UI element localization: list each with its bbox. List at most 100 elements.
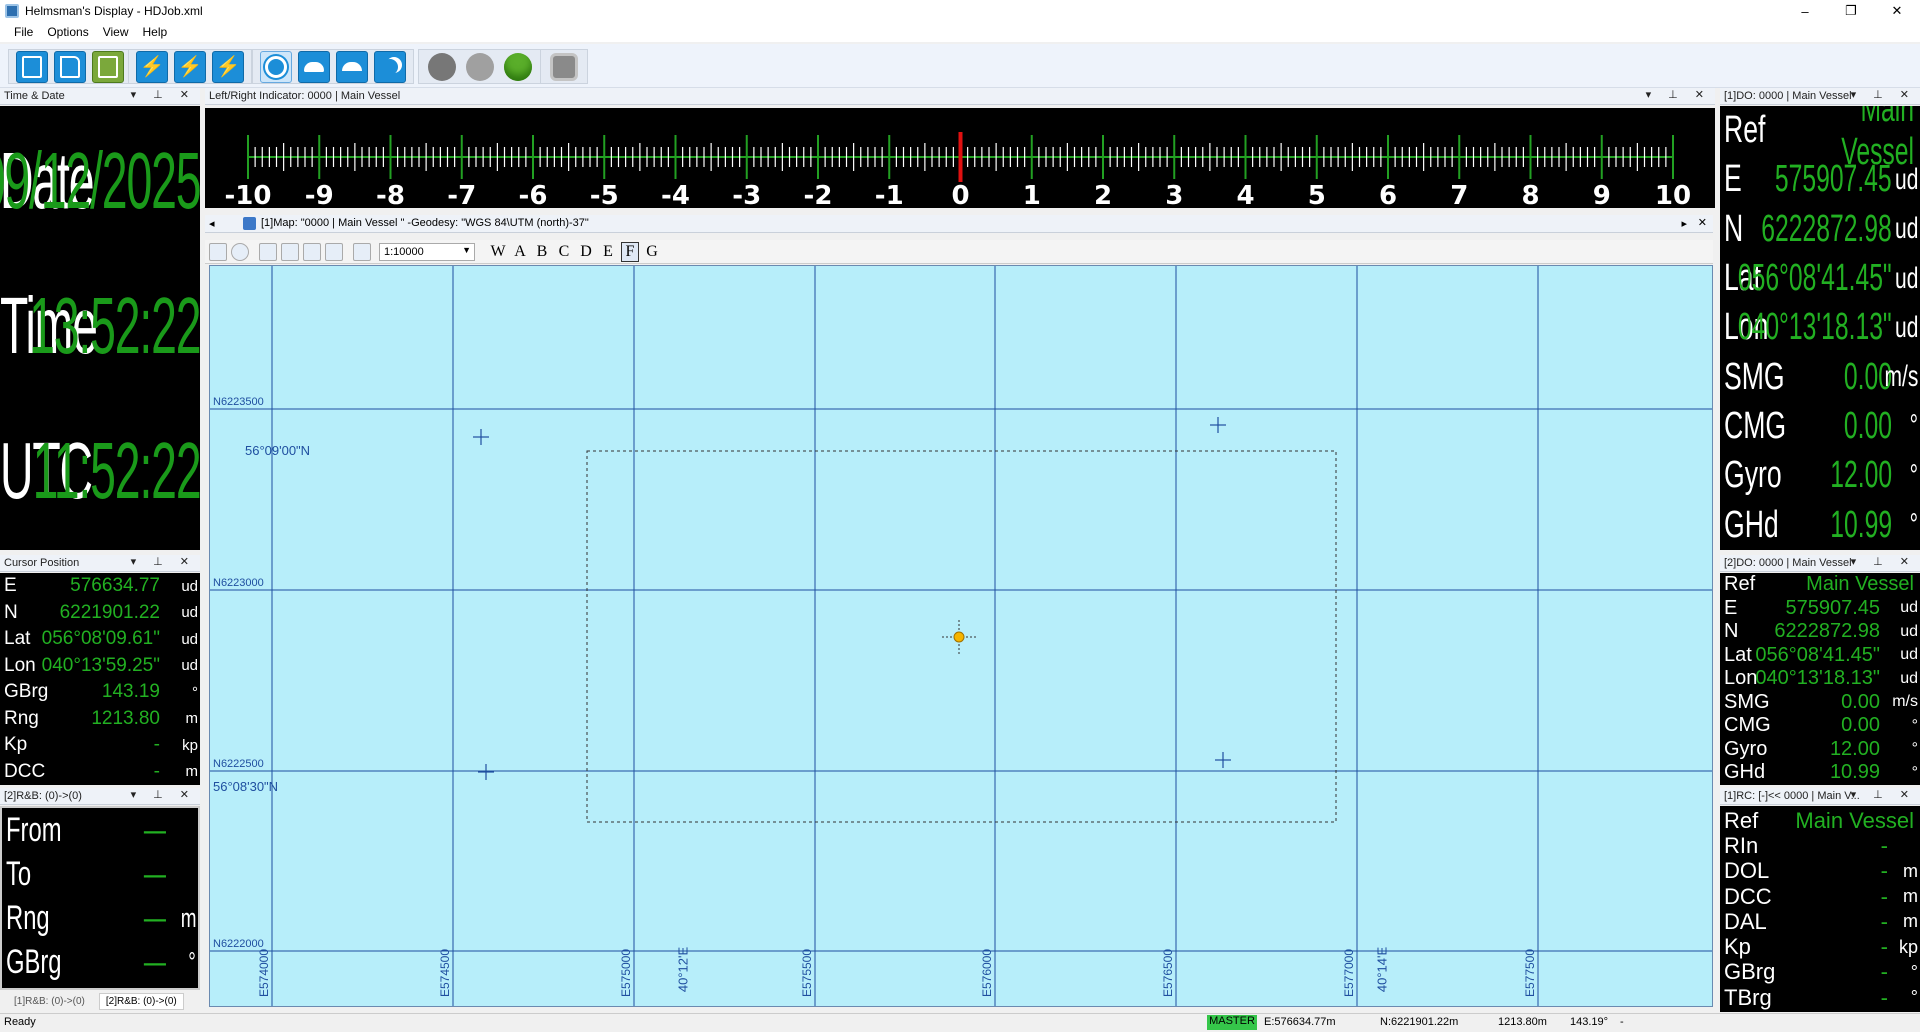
do1-title: [1]DO: 0000 | Main Vessel	[1724, 90, 1852, 102]
menu-help[interactable]: Help	[143, 25, 168, 39]
dusk-theme-icon[interactable]	[336, 50, 368, 83]
row-value: -	[1880, 908, 1888, 934]
reconnect-icon[interactable]: ⚡	[212, 50, 244, 83]
value-row: E 575907.45 ud	[1720, 597, 1920, 621]
zoom-out-icon[interactable]	[303, 242, 321, 261]
layer-c-button[interactable]: C	[555, 243, 573, 261]
tab-close-icon[interactable]: ✕	[1698, 216, 1707, 229]
row-unit: kp	[1898, 936, 1918, 957]
layer-a-button[interactable]: A	[511, 243, 529, 261]
panel-controls[interactable]: ▾ ⊥ ✕	[131, 88, 196, 101]
panel-controls[interactable]: ▾ ⊥ ✕	[1851, 555, 1916, 568]
map-canvas[interactable]	[210, 266, 1713, 1007]
row-label: GHd	[1724, 503, 1779, 546]
row-unit: kp	[182, 736, 198, 754]
panel-controls[interactable]: ▾ ⊥ ✕	[131, 788, 196, 801]
record-icon[interactable]	[548, 51, 580, 83]
row-unit: ud	[1894, 212, 1918, 246]
lr-tick-label: 10	[1655, 181, 1691, 208]
layer-g-button[interactable]: G	[643, 243, 661, 261]
panel-controls[interactable]: ▾ ⊥ ✕	[1851, 88, 1916, 101]
center-vessel-icon[interactable]	[231, 242, 249, 261]
row-unit: °	[1911, 716, 1918, 734]
layer-d-button[interactable]: D	[577, 243, 595, 261]
menu-file[interactable]: File	[14, 25, 33, 39]
value-row: CMG 0.00 °	[1720, 714, 1920, 738]
value-row: E 576634.77 ud	[0, 573, 200, 600]
layer-w-button[interactable]: W	[489, 243, 507, 261]
open-file-button[interactable]	[54, 50, 86, 83]
layer-e-button[interactable]: E	[599, 243, 617, 261]
value-row: To —	[2, 852, 198, 896]
row-unit: m/s	[1884, 360, 1918, 394]
row-unit: m	[1903, 860, 1918, 881]
tab-scroll-left-icon[interactable]: ◂	[209, 217, 215, 230]
do2-title: [2]DO: 0000 | Main Vessel	[1724, 557, 1852, 569]
close-button[interactable]: ✕	[1874, 0, 1920, 22]
row-unit: °	[1909, 409, 1918, 443]
layer-b-button[interactable]: B	[533, 243, 551, 261]
rb-header: [2]R&B: (0)->(0) ▾ ⊥ ✕	[0, 788, 200, 805]
disconnect-icon[interactable]: ⚡	[174, 50, 206, 83]
rb-tab-2[interactable]: [2]R&B: (0)->(0)	[98, 992, 184, 1010]
row-unit: m	[1903, 886, 1918, 907]
panel-controls[interactable]: ▾ ⊥ ✕	[1646, 88, 1711, 101]
lr-tick-label: 7	[1450, 181, 1468, 208]
new-file-button[interactable]	[16, 50, 48, 83]
panel-controls[interactable]: ▾ ⊥ ✕	[1851, 788, 1916, 801]
save-file-button[interactable]	[92, 50, 124, 83]
cloudy-theme-icon[interactable]	[298, 50, 330, 83]
row-label: Ref	[1724, 807, 1759, 833]
row-label: Kp	[4, 734, 28, 756]
layer-f-button[interactable]: F	[621, 241, 639, 262]
zoom-extents-icon[interactable]	[325, 242, 343, 261]
row-value: —	[143, 942, 166, 981]
row-unit: ud	[181, 577, 198, 595]
rb-tab-1[interactable]: [1]R&B: (0)->(0)	[8, 994, 91, 1009]
row-unit: °	[188, 946, 196, 977]
grid-toggle-icon[interactable]	[353, 242, 371, 261]
time-row: Time 13:52:22	[0, 271, 200, 381]
do1-header: [1]DO: 0000 | Main Vessel ▾ ⊥ ✕	[1720, 88, 1920, 105]
row-label: N	[4, 601, 18, 623]
easting-label: E574000	[257, 948, 271, 998]
map-view[interactable]: N6223500 N6223000 N6222500 N6222000 56°0…	[209, 265, 1713, 1007]
lr-tick-label: -6	[519, 181, 548, 208]
row-unit: °	[1909, 508, 1918, 542]
maximize-button[interactable]: ❐	[1828, 0, 1874, 22]
row-value: 143.19	[101, 681, 160, 703]
map-tab-title[interactable]: [1]Map: "0000 | Main Vessel " -Geodesy: …	[261, 217, 589, 229]
zoom-window-icon[interactable]	[259, 242, 277, 261]
menu-options[interactable]: Options	[47, 25, 88, 39]
status-light-3-icon[interactable]	[502, 51, 534, 83]
rb-tabs: [1]R&B: (0)->(0) [2]R&B: (0)->(0)	[0, 991, 200, 1011]
file-toolbar-group	[8, 49, 132, 84]
status-light-2-icon[interactable]	[464, 51, 496, 83]
row-value: 1213.80	[91, 707, 160, 729]
value-row: N 6222872.98 ud	[1720, 205, 1920, 254]
status-light-1-icon[interactable]	[426, 51, 458, 83]
latitude-label: 56°08'30"N	[213, 779, 279, 794]
row-unit: ud	[1900, 646, 1918, 664]
menu-view[interactable]: View	[103, 25, 129, 39]
row-label: E	[1724, 596, 1738, 619]
value-row: GHd 10.99 °	[1720, 761, 1920, 785]
value-row: DOL - m	[1720, 858, 1920, 884]
night-theme-icon[interactable]	[374, 50, 406, 83]
easting-label: E576000	[980, 948, 994, 998]
row-unit: ud	[1900, 599, 1918, 617]
day-theme-icon[interactable]	[260, 50, 292, 83]
row-unit: m	[1903, 911, 1918, 932]
panel-controls[interactable]: ▾ ⊥ ✕	[131, 555, 196, 568]
connect-icon[interactable]: ⚡	[136, 50, 168, 83]
vessel-marker[interactable]	[942, 620, 976, 654]
scale-select[interactable]: 1:10000 ▼	[379, 242, 475, 261]
zoom-in-icon[interactable]	[281, 242, 299, 261]
minimize-button[interactable]: –	[1782, 0, 1828, 22]
tab-scroll-right-icon[interactable]: ▸	[1681, 217, 1687, 230]
row-value: 575907.45	[1785, 596, 1880, 619]
pan-tool-icon[interactable]	[209, 242, 227, 261]
lr-tick-label: -3	[732, 181, 761, 208]
lr-tick-label: -1	[875, 181, 904, 208]
row-label: DCC	[1724, 883, 1772, 909]
